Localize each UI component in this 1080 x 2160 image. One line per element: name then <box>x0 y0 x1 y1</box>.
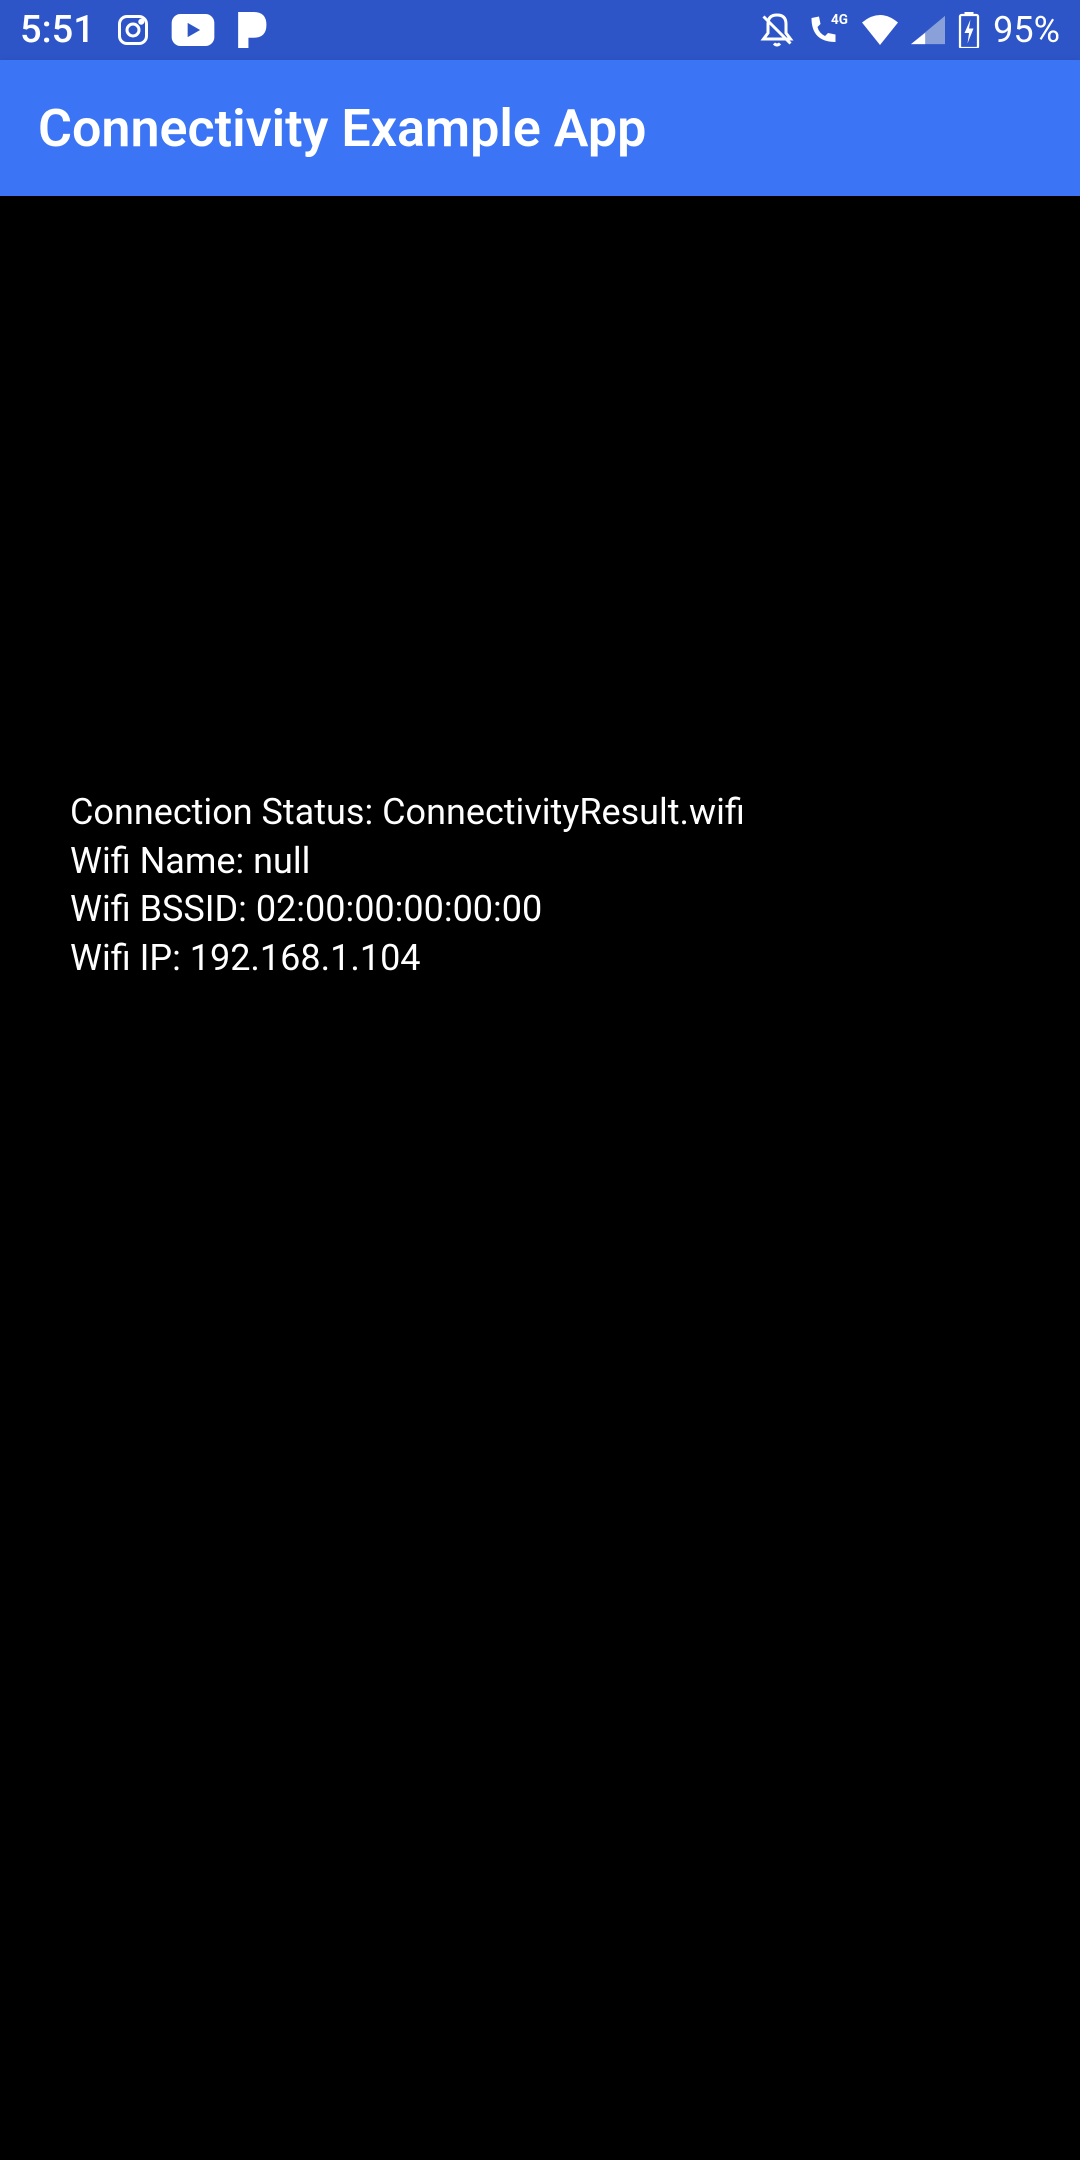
wifi-bssid-line: Wifi BSSID: 02:00:00:00:00:00 <box>70 885 745 934</box>
instagram-icon <box>115 12 151 48</box>
wifi-name-label: Wifi Name: <box>70 840 253 882</box>
4g-call-icon: 4G <box>807 12 849 48</box>
wifi-ip-line: Wifi IP: 192.168.1.104 <box>70 934 745 983</box>
status-time: 5:51 <box>20 8 95 52</box>
wifi-bssid-value: 02:00:00:00:00:00 <box>256 888 542 930</box>
connection-status-value: ConnectivityResult.wifi <box>382 791 745 833</box>
signal-icon <box>911 15 945 45</box>
wifi-ip-value: 192.168.1.104 <box>190 937 421 979</box>
status-bar: 5:51 <box>0 0 1080 60</box>
wifi-name-value: null <box>253 840 310 882</box>
connection-status-label: Connection Status: <box>70 791 382 833</box>
status-bar-right: 4G 95% <box>759 9 1060 51</box>
wifi-bssid-label: Wifi BSSID: <box>70 888 256 930</box>
do-not-disturb-icon <box>759 12 795 48</box>
connection-status-line: Connection Status: ConnectivityResult.wi… <box>70 788 745 837</box>
wifi-icon <box>861 15 899 45</box>
wifi-ip-label: Wifi IP: <box>70 937 190 979</box>
pandora-icon <box>235 12 267 48</box>
battery-percentage: 95% <box>993 9 1060 51</box>
connectivity-info: Connection Status: ConnectivityResult.wi… <box>70 788 745 982</box>
main-content: Connection Status: ConnectivityResult.wi… <box>0 196 1080 2160</box>
svg-text:4G: 4G <box>831 12 848 28</box>
app-bar: Connectivity Example App <box>0 60 1080 196</box>
app-bar-title: Connectivity Example App <box>38 98 646 159</box>
status-bar-left: 5:51 <box>20 8 267 52</box>
youtube-icon <box>171 14 215 46</box>
wifi-name-line: Wifi Name: null <box>70 837 745 886</box>
battery-charging-icon <box>957 12 981 48</box>
